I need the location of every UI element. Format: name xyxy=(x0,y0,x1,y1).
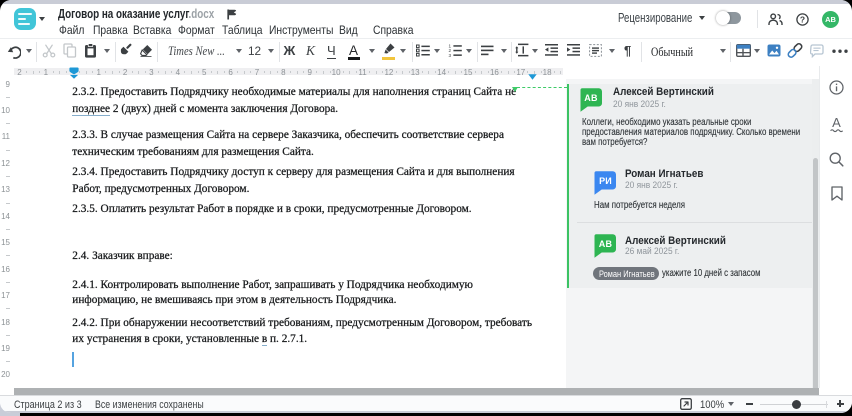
svg-text:3: 3 xyxy=(449,53,452,57)
svg-text:?: ? xyxy=(800,14,805,24)
svg-text:А: А xyxy=(832,115,841,130)
